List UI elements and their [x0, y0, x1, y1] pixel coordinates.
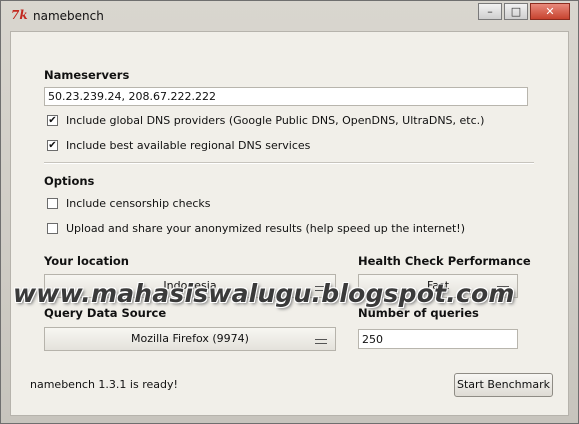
- nameservers-heading: Nameservers: [44, 68, 130, 82]
- include-global-label: Include global DNS providers (Google Pub…: [66, 114, 485, 127]
- queries-heading: Number of queries: [358, 306, 479, 320]
- query-source-heading: Query Data Source: [44, 306, 167, 320]
- title-bar[interactable]: 7k namebench – □ ✕: [1, 1, 578, 31]
- query-source-select[interactable]: Mozilla Firefox (9974): [44, 327, 336, 351]
- tk-feather-icon: 7k: [11, 8, 28, 22]
- censorship-label: Include censorship checks: [66, 197, 211, 210]
- include-regional-checkbox[interactable]: ✔: [47, 140, 58, 151]
- queries-input[interactable]: [358, 329, 518, 349]
- upload-label: Upload and share your anonymized results…: [66, 222, 465, 235]
- start-benchmark-button[interactable]: Start Benchmark: [454, 373, 553, 397]
- censorship-checkbox[interactable]: [47, 198, 58, 209]
- window-controls: – □ ✕: [476, 3, 570, 20]
- dropdown-arrow-icon: [315, 339, 327, 344]
- namebench-window: 7k namebench – □ ✕ Nameservers ✔ Include…: [0, 0, 579, 424]
- include-global-row[interactable]: ✔ Include global DNS providers (Google P…: [47, 114, 484, 127]
- health-heading: Health Check Performance: [358, 254, 531, 268]
- options-heading: Options: [44, 174, 95, 188]
- watermark-text: www.mahasiswalugu.blogspot.com: [13, 279, 515, 308]
- main-panel: Nameservers ✔ Include global DNS provide…: [10, 31, 569, 416]
- include-global-checkbox[interactable]: ✔: [47, 115, 58, 126]
- maximize-button[interactable]: □: [504, 3, 528, 20]
- section-divider: [44, 162, 534, 164]
- include-regional-label: Include best available regional DNS serv…: [66, 139, 311, 152]
- status-text: namebench 1.3.1 is ready!: [30, 378, 178, 391]
- upload-row[interactable]: Upload and share your anonymized results…: [47, 222, 465, 235]
- upload-checkbox[interactable]: [47, 223, 58, 234]
- include-regional-row[interactable]: ✔ Include best available regional DNS se…: [47, 139, 310, 152]
- query-source-value: Mozilla Firefox (9974): [131, 332, 249, 345]
- window-title: namebench: [33, 9, 104, 23]
- censorship-row[interactable]: Include censorship checks: [47, 197, 210, 210]
- nameservers-input[interactable]: [44, 87, 528, 106]
- close-button[interactable]: ✕: [530, 3, 570, 20]
- minimize-button[interactable]: –: [478, 3, 502, 20]
- location-heading: Your location: [44, 254, 129, 268]
